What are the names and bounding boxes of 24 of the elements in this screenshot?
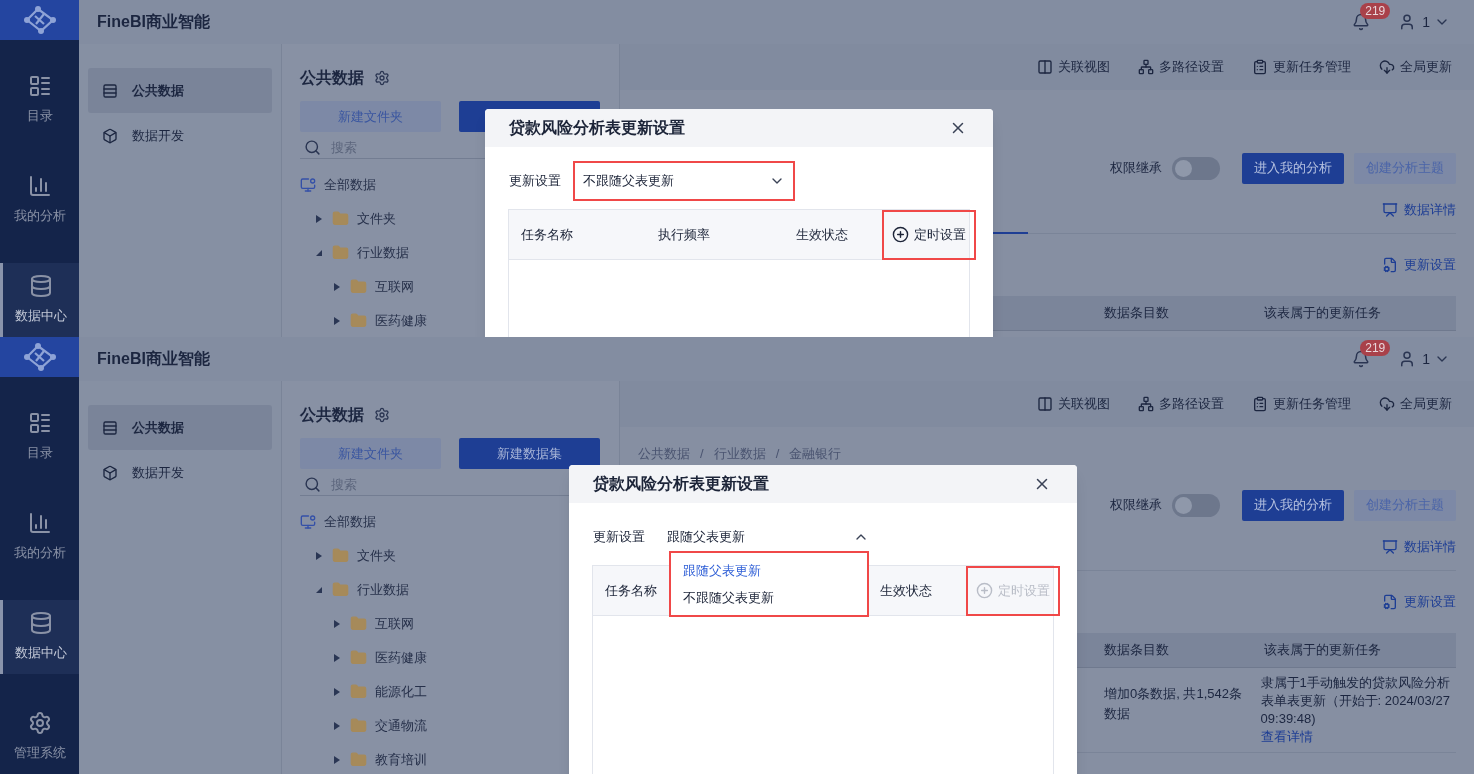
column-header: 执行频率 bbox=[658, 225, 710, 244]
notification-badge: 219 bbox=[1360, 340, 1391, 356]
table-cell-text: 增加0条数据, 共1,542条数据 bbox=[1103, 685, 1243, 723]
notification-badge: 219 bbox=[1360, 3, 1391, 19]
column-header: 生效状态 bbox=[796, 225, 848, 244]
permission-label: 权限继承 bbox=[1110, 496, 1162, 515]
breadcrumb-separator: / bbox=[775, 444, 780, 463]
field-label: 更新设置 bbox=[592, 528, 645, 547]
panel-title: 公共数据 bbox=[300, 405, 364, 425]
column-header: 该表属于的更新任务 bbox=[1263, 641, 1381, 660]
permission-label: 权限继承 bbox=[1110, 159, 1162, 178]
table-cell-text: 隶属于1手动触发的贷款风险分析表单表更新（开始于: 2024/03/27 09:39:48) bbox=[1260, 674, 1451, 728]
breadcrumb-separator: / bbox=[700, 444, 704, 463]
column-header: 任务名称 bbox=[605, 581, 657, 600]
field-label: 更新设置 bbox=[508, 172, 561, 191]
column-header: 该表属于的更新任务 bbox=[1263, 304, 1381, 323]
app-title: FineBI商业智能 bbox=[97, 12, 210, 32]
column-header: 数据条目数 bbox=[1103, 641, 1170, 660]
column-header: 任务名称 bbox=[521, 225, 573, 244]
column-header: 数据条目数 bbox=[1103, 304, 1170, 323]
panel-title: 公共数据 bbox=[300, 68, 364, 88]
dialog-title: 贷款风险分析表更新设置 bbox=[509, 118, 685, 139]
column-header: 生效状态 bbox=[880, 581, 932, 600]
app-title: FineBI商业智能 bbox=[97, 349, 210, 369]
